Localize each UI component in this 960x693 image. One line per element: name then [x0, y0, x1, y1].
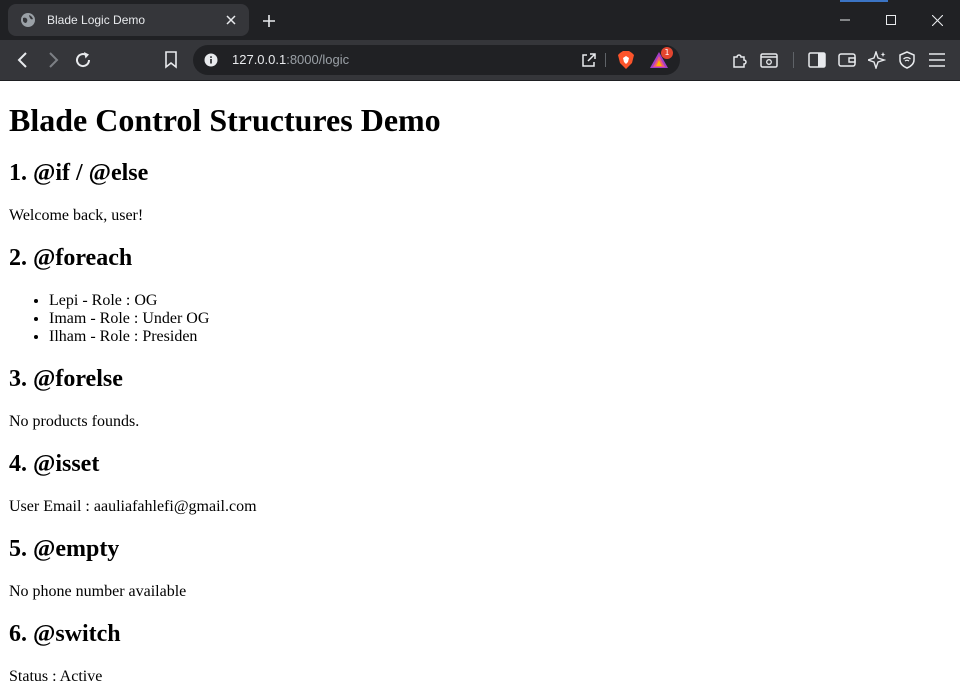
empty-text: No phone number available: [9, 583, 187, 600]
page-title: Blade Control Structures Demo: [9, 102, 441, 138]
maximize-button[interactable]: [868, 0, 914, 40]
site-info-icon[interactable]: [203, 52, 219, 68]
bookmark-icon: [165, 51, 177, 69]
globe-icon: [20, 12, 36, 28]
tab-close-icon[interactable]: [223, 12, 239, 28]
reload-icon: [76, 52, 91, 68]
page-content: Blade Control Structures Demo 1. @if / @…: [0, 81, 960, 693]
wallet-icon: [838, 53, 856, 67]
address-bar[interactable]: 127.0.0.1:8000/logic 1: [193, 45, 680, 75]
url-host: 127.0.0.1: [232, 52, 287, 67]
section-heading-empty: 5. @empty: [9, 536, 120, 562]
rewards-badge: 1: [661, 47, 673, 59]
puzzle-icon: [733, 54, 747, 68]
section-heading-switch: 6. @switch: [9, 621, 121, 647]
forward-button[interactable]: [41, 48, 65, 72]
browser-tab[interactable]: Blade Logic Demo: [8, 4, 249, 36]
sparkle-icon: [868, 51, 886, 69]
hamburger-menu-icon: [929, 53, 945, 67]
section-heading-isset: 4. @isset: [9, 451, 100, 477]
switch-text: Status : Active: [9, 668, 103, 685]
sidebar-icon: [808, 52, 826, 68]
back-button[interactable]: [11, 48, 35, 72]
back-arrow-icon: [17, 52, 27, 68]
minimize-button[interactable]: [822, 0, 868, 40]
forward-arrow-icon: [49, 52, 59, 68]
vpn-button[interactable]: [895, 48, 919, 72]
extensions-button[interactable]: [728, 48, 752, 72]
forelse-text: No products founds.: [9, 413, 140, 430]
list-item: Imam - Role : Under OG: [49, 310, 951, 328]
sidebar-button[interactable]: [805, 48, 829, 72]
brave-shields-icon[interactable]: [616, 50, 636, 70]
brave-rewards-icon[interactable]: 1: [649, 47, 673, 71]
new-tab-button[interactable]: [258, 10, 280, 32]
foreach-list: Lepi - Role : OG Imam - Role : Under OG …: [9, 292, 951, 346]
title-bar: Blade Logic Demo: [0, 0, 960, 40]
url-path: :8000/logic: [286, 52, 350, 67]
leo-ai-button[interactable]: [865, 48, 889, 72]
toolbar-divider: [793, 52, 794, 68]
section-heading-foreach: 2. @foreach: [9, 245, 133, 271]
tab-search-button[interactable]: [757, 48, 781, 72]
close-window-button[interactable]: [914, 0, 960, 40]
tab-search-icon: [760, 53, 778, 68]
reload-button[interactable]: [71, 48, 95, 72]
list-item: Ilham - Role : Presiden: [49, 328, 951, 346]
bookmark-button[interactable]: [159, 48, 183, 72]
list-item: Lepi - Role : OG: [49, 292, 951, 310]
shield-icon: [899, 51, 915, 69]
menu-button[interactable]: [925, 48, 949, 72]
if-else-text: Welcome back, user!: [9, 207, 144, 224]
omnibox-divider: [605, 53, 606, 67]
tab-title: Blade Logic Demo: [47, 13, 146, 27]
browser-toolbar: 127.0.0.1:8000/logic 1: [0, 40, 960, 81]
url-text[interactable]: 127.0.0.1:8000/logic: [232, 52, 349, 67]
wallet-button[interactable]: [835, 48, 859, 72]
section-heading-if-else: 1. @if / @else: [9, 160, 149, 186]
isset-text: User Email : aauliafahlefi@gmail.com: [9, 498, 257, 515]
section-heading-forelse: 3. @forelse: [9, 366, 123, 392]
share-icon[interactable]: [580, 51, 598, 69]
